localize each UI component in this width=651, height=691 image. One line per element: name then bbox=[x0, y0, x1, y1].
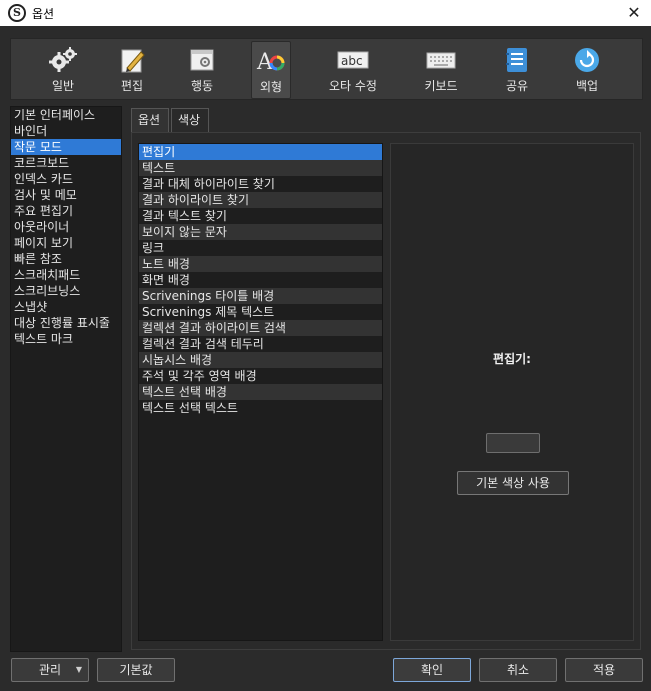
scrivener-app-icon: S bbox=[8, 4, 26, 22]
options-category-list: 기본 인터페이스 바인더 작문 모드 코르크보드 인덱스 카드 검사 및 메모 … bbox=[10, 106, 122, 652]
selected-element-label: 편집기: bbox=[493, 352, 531, 366]
defaults-button[interactable]: 기본값 bbox=[97, 658, 175, 682]
color-preview-pane: 편집기: 기본 색상 사용 bbox=[390, 143, 634, 641]
tab-options[interactable]: 옵션 bbox=[131, 108, 169, 132]
toolbar-general[interactable]: 일반 bbox=[41, 41, 85, 99]
list-item[interactable]: 노트 배경 bbox=[139, 256, 382, 272]
toolbar-keyboard[interactable]: 키보드 bbox=[417, 41, 465, 99]
dropdown-arrow-icon: ▼ bbox=[75, 665, 82, 674]
toolbar-sharing[interactable]: 공유 bbox=[497, 41, 537, 99]
behavior-window-icon bbox=[187, 45, 217, 75]
list-item[interactable]: 텍스트 bbox=[139, 160, 382, 176]
sidebar-item-target-progress-bar[interactable]: 대상 진행률 표시줄 bbox=[11, 315, 121, 331]
list-item[interactable]: 주석 및 각주 영역 배경 bbox=[139, 368, 382, 384]
sidebar-item-basic-interface[interactable]: 기본 인터페이스 bbox=[11, 107, 121, 123]
title-bar: S 옵션 ✕ bbox=[0, 0, 651, 26]
tab-colors[interactable]: 색상 bbox=[171, 108, 209, 132]
sidebar-item-quick-reference[interactable]: 빠른 참조 bbox=[11, 251, 121, 267]
color-element-list: 편집기 텍스트 결과 대체 하이라이트 찾기 결과 하이라이트 찾기 결과 텍스… bbox=[138, 143, 383, 641]
ok-button[interactable]: 확인 bbox=[393, 658, 471, 682]
toolbar-spelling[interactable]: abc 오타 수정 bbox=[323, 41, 383, 99]
sidebar-item-scrivenings[interactable]: 스크리브닝스 bbox=[11, 283, 121, 299]
sidebar-item-page-view[interactable]: 페이지 보기 bbox=[11, 235, 121, 251]
list-item[interactable]: 편집기 bbox=[139, 144, 382, 160]
list-item[interactable]: Scrivenings 제목 텍스트 bbox=[139, 304, 382, 320]
keyboard-icon bbox=[426, 45, 456, 75]
list-item[interactable]: 링크 bbox=[139, 240, 382, 256]
list-item[interactable]: 텍스트 선택 배경 bbox=[139, 384, 382, 400]
toolbar-spelling-label: 오타 수정 bbox=[329, 79, 377, 93]
manage-button-label: 관리 bbox=[38, 663, 62, 677]
toolbar-appearance-label: 외형 bbox=[259, 80, 283, 94]
toolbar-behavior-label: 행동 bbox=[190, 79, 214, 93]
window-title: 옵션 bbox=[32, 7, 55, 21]
sidebar-item-binder[interactable]: 바인더 bbox=[11, 123, 121, 139]
list-item[interactable]: 화면 배경 bbox=[139, 272, 382, 288]
sidebar-item-text-marks[interactable]: 텍스트 마크 bbox=[11, 331, 121, 347]
toolbar-backup-label: 백업 bbox=[575, 79, 599, 93]
list-item[interactable]: 결과 하이라이트 찾기 bbox=[139, 192, 382, 208]
list-item[interactable]: 텍스트 선택 텍스트 bbox=[139, 400, 382, 416]
list-item[interactable]: Scrivenings 타이틀 배경 bbox=[139, 288, 382, 304]
toolbar-keyboard-label: 키보드 bbox=[424, 79, 458, 93]
backup-icon bbox=[572, 45, 602, 75]
list-item[interactable]: 결과 대체 하이라이트 찾기 bbox=[139, 176, 382, 192]
sidebar-item-corkboard[interactable]: 코르크보드 bbox=[11, 155, 121, 171]
toolbar-sharing-label: 공유 bbox=[505, 79, 529, 93]
close-icon[interactable]: ✕ bbox=[623, 2, 645, 24]
list-item[interactable]: 결과 텍스트 찾기 bbox=[139, 208, 382, 224]
color-swatch-button[interactable] bbox=[486, 433, 540, 453]
share-icon bbox=[502, 45, 532, 75]
toolbar-behavior[interactable]: 행동 bbox=[181, 41, 223, 99]
toolbar-general-label: 일반 bbox=[51, 79, 75, 93]
toolbar-editing-label: 편집 bbox=[120, 79, 144, 93]
manage-dropdown-button[interactable]: 관리 ▼ bbox=[11, 658, 89, 682]
list-item[interactable]: 시놉시스 배경 bbox=[139, 352, 382, 368]
options-toolbar: 일반 편집 행동 A 외형 abc 오타 수정 키보드 공유 백업 bbox=[10, 38, 643, 100]
apply-button[interactable]: 적용 bbox=[565, 658, 643, 682]
sidebar-item-snapshots[interactable]: 스냅샷 bbox=[11, 299, 121, 315]
list-item[interactable]: 보이지 않는 문자 bbox=[139, 224, 382, 240]
sidebar-item-scratchpad[interactable]: 스크래치패드 bbox=[11, 267, 121, 283]
toolbar-editing[interactable]: 편집 bbox=[111, 41, 153, 99]
abc-spelling-icon: abc bbox=[337, 45, 369, 75]
toolbar-appearance[interactable]: A 외형 bbox=[251, 41, 291, 99]
svg-text:abc: abc bbox=[341, 54, 363, 68]
gears-icon bbox=[48, 45, 78, 75]
sidebar-item-inspector-notes[interactable]: 검사 및 메모 bbox=[11, 187, 121, 203]
list-item[interactable]: 컬렉션 결과 검색 테두리 bbox=[139, 336, 382, 352]
list-item[interactable]: 컬렉션 결과 하이라이트 검색 bbox=[139, 320, 382, 336]
cancel-button[interactable]: 취소 bbox=[479, 658, 557, 682]
toolbar-backup[interactable]: 백업 bbox=[567, 41, 607, 99]
sidebar-item-composition-mode[interactable]: 작문 모드 bbox=[11, 139, 121, 155]
sidebar-item-outliner[interactable]: 아웃라이너 bbox=[11, 219, 121, 235]
appearance-ao-icon: A bbox=[256, 46, 286, 76]
use-default-color-button[interactable]: 기본 색상 사용 bbox=[457, 471, 569, 495]
edit-pencil-icon bbox=[117, 45, 147, 75]
sidebar-item-main-editor[interactable]: 주요 편집기 bbox=[11, 203, 121, 219]
sidebar-item-index-cards[interactable]: 인덱스 카드 bbox=[11, 171, 121, 187]
